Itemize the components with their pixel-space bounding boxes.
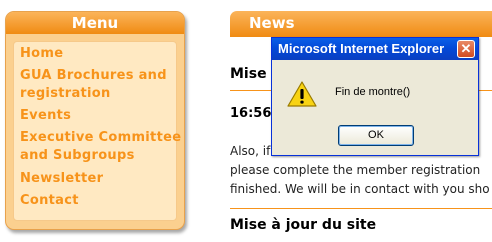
menu-item-newsletter[interactable]: Newsletter xyxy=(20,169,103,188)
news-item-time: 16:56 xyxy=(230,106,272,121)
news-header: News xyxy=(230,11,492,37)
menu-item-committee-line2[interactable]: and Subgroups xyxy=(20,146,135,165)
menu-panel: Menu Home GUA Brochures and registration… xyxy=(5,11,185,230)
news-body-line: Also, if xyxy=(230,144,271,158)
menu-item-home[interactable]: Home xyxy=(20,44,63,63)
news-body-line: finished. We will be in contact with you… xyxy=(230,182,490,196)
menu-item-committee[interactable]: Executive Committee xyxy=(20,128,181,147)
divider xyxy=(230,208,492,209)
dialog-title: Microsoft Internet Explorer xyxy=(278,41,445,56)
menu-item-events[interactable]: Events xyxy=(20,106,71,125)
menu-item-brochures[interactable]: GUA Brochures and xyxy=(20,66,167,85)
menu-item-brochures-line2[interactable]: registration xyxy=(20,84,111,103)
dialog-titlebar[interactable]: Microsoft Internet Explorer ✕ xyxy=(272,38,478,60)
close-button[interactable]: ✕ xyxy=(457,40,475,58)
alert-dialog: Microsoft Internet Explorer ✕ Fin de mon… xyxy=(271,37,479,156)
menu-title: Menu xyxy=(6,12,184,34)
menu-item-contact[interactable]: Contact xyxy=(20,191,79,210)
warning-icon xyxy=(287,81,317,107)
dialog-message: Fin de montre() xyxy=(335,86,411,98)
ok-button[interactable]: OK xyxy=(338,125,414,146)
news-body-line: please complete the member registration xyxy=(230,163,481,177)
news-item-title: Mise à jour du site xyxy=(230,217,377,233)
